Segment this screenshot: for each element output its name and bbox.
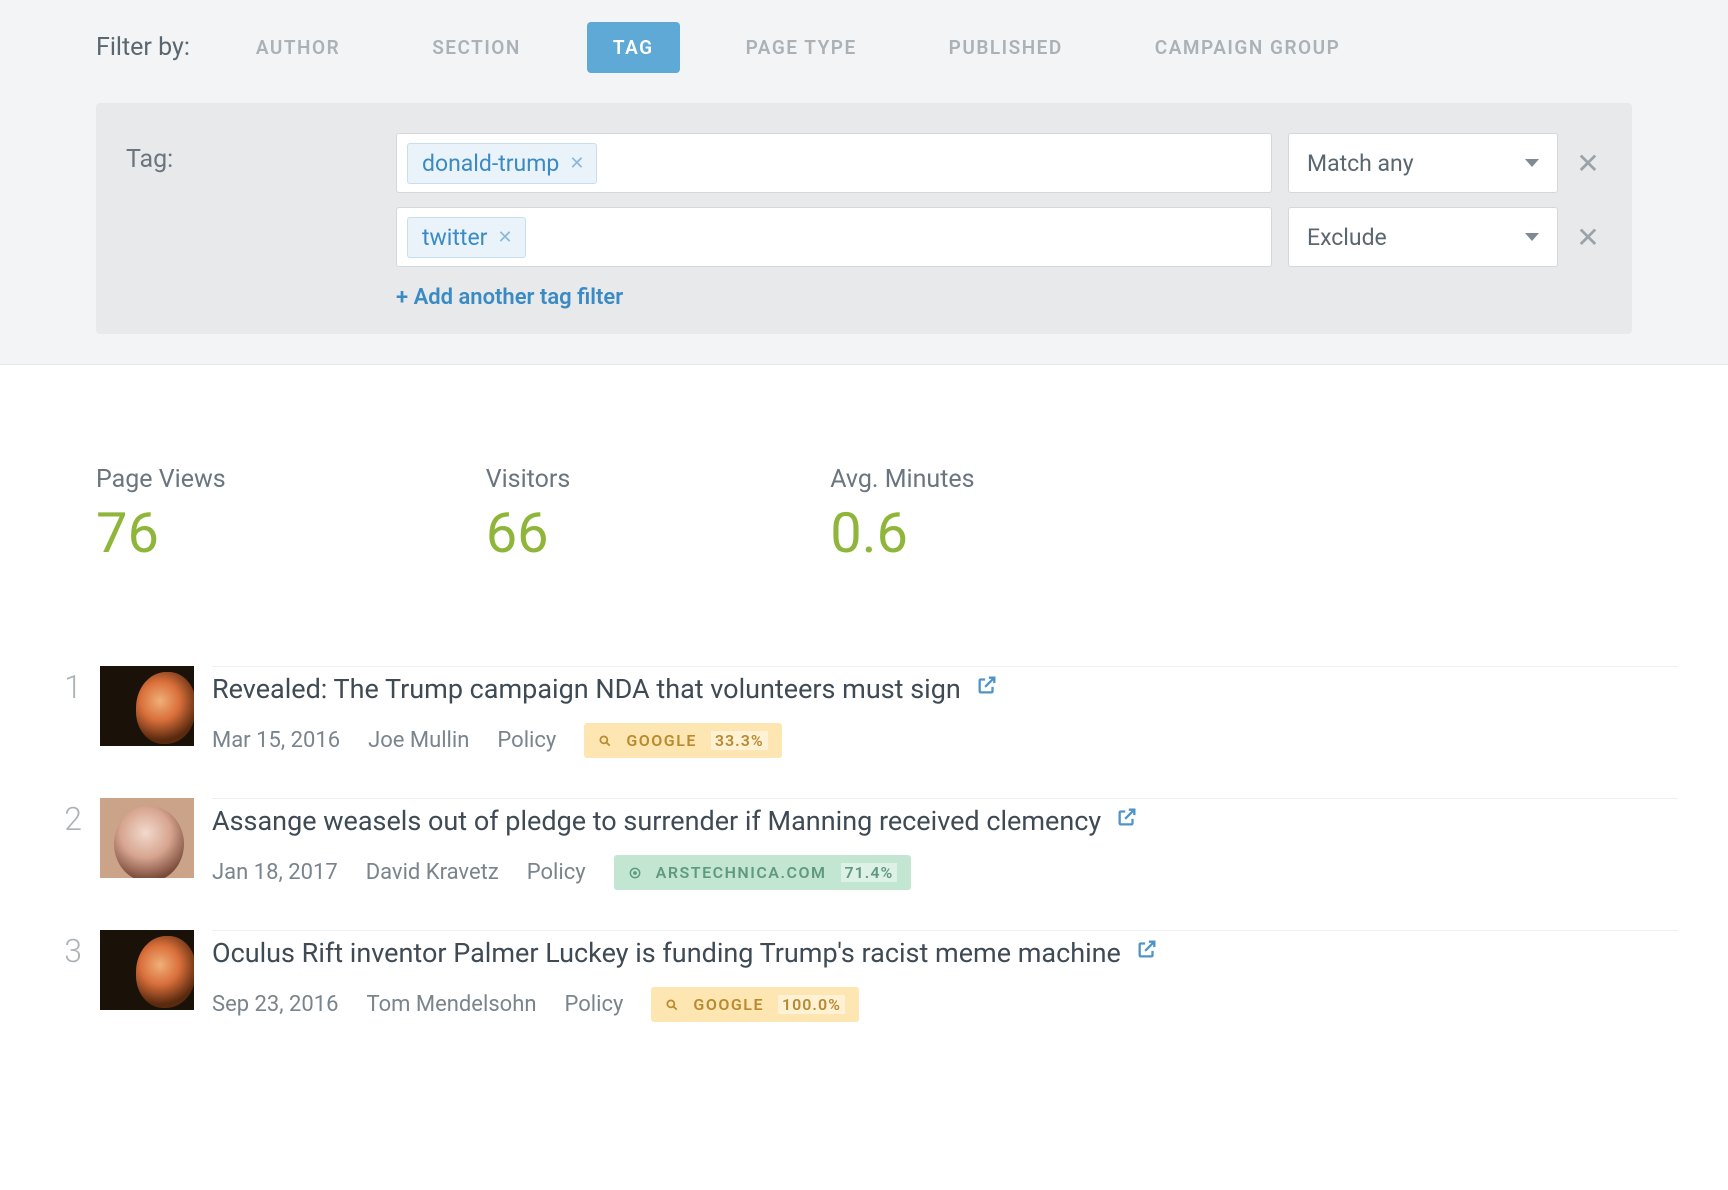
referrer-badge[interactable]: Google 33.3% [584, 723, 781, 758]
external-link-icon[interactable] [976, 674, 998, 702]
search-icon [665, 998, 679, 1012]
article-row: 3 Oculus Rift inventor Palmer Luckey is … [50, 930, 1678, 1022]
tag-chip-label: donald-trump [422, 150, 559, 177]
stat-value: 66 [486, 500, 571, 566]
referrer-badge[interactable]: Google 100.0% [651, 987, 858, 1022]
article-author[interactable]: Tom Mendelsohn [367, 992, 537, 1017]
stat-avg-minutes: Avg. Minutes 0.6 [830, 465, 974, 566]
article-rank: 1 [50, 666, 82, 706]
article-row: 1 Revealed: The Trump campaign NDA that … [50, 666, 1678, 758]
article-section[interactable]: Policy [527, 860, 586, 885]
article-headline[interactable]: Oculus Rift inventor Palmer Luckey is fu… [212, 937, 1121, 969]
article-meta: Sep 23, 2016 Tom Mendelsohn Policy Googl… [212, 987, 1678, 1022]
tag-filter-label: Tag: [126, 133, 386, 310]
tag-filter-row: twitter ✕ Exclude ✕ [396, 207, 1602, 267]
article-author[interactable]: David Kravetz [366, 860, 499, 885]
filter-tab-published[interactable]: Published [923, 22, 1089, 73]
tag-chip-label: twitter [422, 224, 487, 251]
article-section[interactable]: Policy [497, 728, 556, 753]
filter-region: Filter by: Author Section Tag Page Type … [0, 0, 1728, 365]
referrer-pct: 100.0% [778, 995, 845, 1014]
tag-mode-value: Match any [1307, 150, 1414, 177]
remove-chip-icon[interactable]: ✕ [497, 227, 512, 248]
stat-label: Visitors [486, 465, 571, 494]
article-headline[interactable]: Revealed: The Trump campaign NDA that vo… [212, 673, 961, 705]
tag-mode-select[interactable]: Match any [1288, 133, 1558, 193]
filter-tab-page-type[interactable]: Page Type [720, 22, 883, 73]
chevron-down-icon [1525, 233, 1539, 241]
tag-mode-value: Exclude [1307, 224, 1387, 251]
article-date: Mar 15, 2016 [212, 728, 340, 753]
remove-row-icon[interactable]: ✕ [1574, 147, 1602, 180]
remove-row-icon[interactable]: ✕ [1574, 221, 1602, 254]
chevron-down-icon [1525, 159, 1539, 167]
referrer-badge[interactable]: arstechnica.com 71.4% [614, 855, 912, 890]
target-icon [628, 866, 642, 880]
filter-by-label: Filter by: [96, 33, 190, 62]
remove-chip-icon[interactable]: ✕ [569, 153, 584, 174]
referrer-pct: 71.4% [841, 863, 898, 882]
article-list: 1 Revealed: The Trump campaign NDA that … [0, 626, 1728, 1102]
filter-tab-author[interactable]: Author [230, 22, 366, 73]
stat-value: 76 [96, 500, 226, 566]
add-tag-filter-button[interactable]: + Add another tag filter [396, 281, 1602, 310]
external-link-icon[interactable] [1116, 806, 1138, 834]
tag-mode-select[interactable]: Exclude [1288, 207, 1558, 267]
tag-chip: twitter ✕ [407, 217, 526, 258]
tag-input[interactable]: donald-trump ✕ [396, 133, 1272, 193]
filter-tab-tag[interactable]: Tag [587, 22, 680, 73]
external-link-icon[interactable] [1136, 938, 1158, 966]
article-date: Sep 23, 2016 [212, 992, 339, 1017]
article-row: 2 Assange weasels out of pledge to surre… [50, 798, 1678, 890]
article-rank: 3 [50, 930, 82, 970]
article-author[interactable]: Joe Mullin [368, 728, 469, 753]
tag-filter-panel: Tag: donald-trump ✕ Match any ✕ [96, 103, 1632, 334]
stat-page-views: Page Views 76 [96, 465, 226, 566]
stat-visitors: Visitors 66 [486, 465, 571, 566]
tag-input[interactable]: twitter ✕ [396, 207, 1272, 267]
stats-row: Page Views 76 Visitors 66 Avg. Minutes 0… [0, 365, 1728, 626]
stat-value: 0.6 [830, 500, 974, 566]
article-rank: 2 [50, 798, 82, 838]
stat-label: Page Views [96, 465, 226, 494]
filter-tabs: Filter by: Author Section Tag Page Type … [0, 0, 1728, 103]
referrer-source: arstechnica.com [656, 863, 827, 882]
filter-tab-section[interactable]: Section [406, 22, 547, 73]
article-thumbnail[interactable] [100, 798, 194, 878]
search-icon [598, 734, 612, 748]
referrer-source: Google [693, 995, 764, 1014]
referrer-source: Google [626, 731, 697, 750]
filter-tab-campaign-group[interactable]: Campaign Group [1129, 22, 1367, 73]
article-meta: Jan 18, 2017 David Kravetz Policy arstec… [212, 855, 1678, 890]
article-thumbnail[interactable] [100, 666, 194, 746]
tag-filter-row: donald-trump ✕ Match any ✕ [396, 133, 1602, 193]
article-meta: Mar 15, 2016 Joe Mullin Policy Google 33… [212, 723, 1678, 758]
tag-chip: donald-trump ✕ [407, 143, 597, 184]
article-section[interactable]: Policy [565, 992, 624, 1017]
article-date: Jan 18, 2017 [212, 860, 338, 885]
referrer-pct: 33.3% [711, 731, 768, 750]
article-headline[interactable]: Assange weasels out of pledge to surrend… [212, 805, 1101, 837]
stat-label: Avg. Minutes [830, 465, 974, 494]
article-thumbnail[interactable] [100, 930, 194, 1010]
